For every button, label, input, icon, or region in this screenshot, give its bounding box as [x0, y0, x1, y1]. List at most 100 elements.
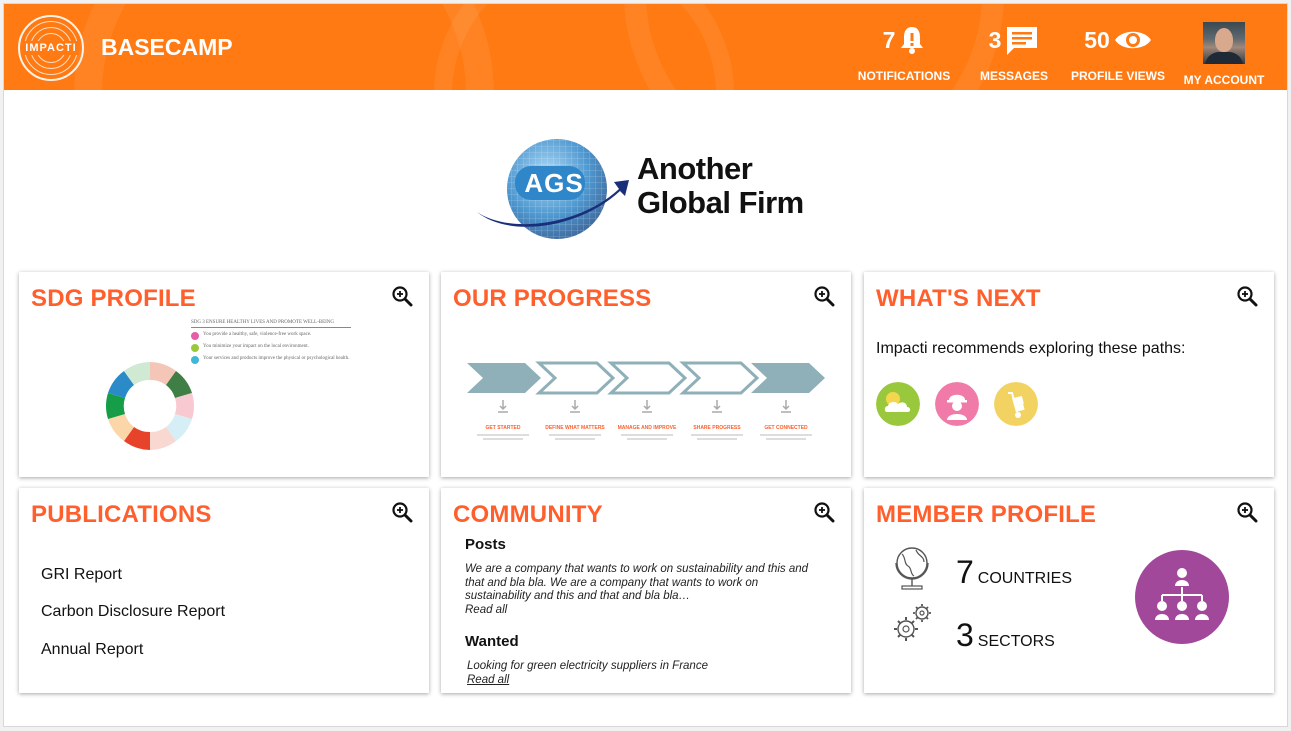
publication-link[interactable]: GRI Report: [41, 566, 122, 584]
progress-step-desc: [483, 438, 523, 440]
app-window: IMPACTI BASECAMP 7 NOTIFICATIONS 3 MESSA…: [3, 3, 1288, 727]
wanted-read-all-link[interactable]: Read all: [467, 674, 509, 686]
sdg-legend: SDG 3 ENSURE HEALTHY LIVES AND PROMOTE W…: [191, 320, 351, 368]
my-account-label: MY ACCOUNT: [1183, 73, 1265, 87]
publications-card[interactable]: PUBLICATIONS GRI Report Carbon Disclosur…: [19, 488, 429, 693]
top-header: IMPACTI BASECAMP 7 NOTIFICATIONS 3 MESSA…: [4, 4, 1287, 90]
profile-views-button[interactable]: 50 PROFILE VIEWS: [1070, 22, 1166, 84]
logo-text: IMPACTI: [23, 41, 79, 55]
company-name: Another Global Firm: [637, 152, 804, 220]
whats-next-card[interactable]: WHAT'S NEXT Impacti recommends exploring…: [864, 272, 1274, 477]
progress-step-desc: [555, 438, 595, 440]
our-progress-card[interactable]: OUR PROGRESS GET STARTED DEFINE WHAT MAT…: [441, 272, 851, 477]
progress-step: SHARE PROGRESS: [677, 400, 757, 440]
progress-step-label: SHARE PROGRESS: [693, 425, 741, 431]
chevron-step-3: [607, 361, 688, 395]
legend-dot: [191, 356, 199, 364]
member-profile-card[interactable]: MEMBER PROFILE 7 COUNTRIES 3 SECTORS: [864, 488, 1274, 693]
weather-cloud-icon[interactable]: [876, 382, 920, 426]
company-abbrev: AGS: [524, 168, 584, 198]
zoom-in-icon[interactable]: [813, 501, 835, 523]
zoom-in-icon[interactable]: [1236, 285, 1258, 307]
hand-truck-icon[interactable]: [994, 382, 1038, 426]
profile-views-count: 50: [1084, 26, 1110, 53]
publication-link[interactable]: Annual Report: [41, 641, 143, 659]
zoom-in-icon[interactable]: [391, 501, 413, 523]
zoom-in-icon[interactable]: [813, 285, 835, 307]
card-title: SDG PROFILE: [31, 285, 196, 312]
card-title: WHAT'S NEXT: [876, 285, 1041, 312]
countries-number: 7: [956, 554, 974, 590]
gears-icon: [894, 604, 931, 641]
download-icon: [781, 400, 791, 413]
progress-step: MANAGE AND IMPROVE: [607, 400, 687, 440]
publication-link[interactable]: Carbon Disclosure Report: [41, 603, 225, 621]
progress-step-label: MANAGE AND IMPROVE: [617, 425, 677, 431]
zoom-in-icon[interactable]: [391, 285, 413, 307]
progress-step: GET STARTED: [463, 400, 543, 440]
progress-step-desc: [549, 434, 601, 436]
notifications-button[interactable]: 7 NOTIFICATIONS: [856, 22, 952, 84]
wanted-text: Looking for green electricity suppliers …: [467, 660, 708, 672]
sdg-legend-text: You minimize your impact on the local en…: [203, 344, 309, 349]
progress-step-desc: [621, 434, 673, 436]
sectors-label: SECTORS: [977, 633, 1055, 650]
messages-count: 3: [988, 26, 1002, 53]
sdg-legend-text: Your services and products improve the p…: [203, 356, 350, 361]
progress-chevrons: [467, 361, 825, 395]
sdg-legend-text: You provide a healthy, safe, violence-fr…: [203, 332, 312, 337]
globe-icon: [895, 547, 929, 590]
zoom-in-icon[interactable]: [1236, 501, 1258, 523]
eye-icon: [1114, 31, 1151, 49]
progress-step-desc: [691, 434, 743, 436]
company-name-line2: Global Firm: [637, 185, 804, 220]
my-account-button[interactable]: MY ACCOUNT: [1180, 22, 1268, 87]
download-icon: [498, 400, 508, 413]
notifications-count: 7: [882, 26, 896, 53]
card-title: COMMUNITY: [453, 501, 603, 528]
progress-step-desc: [760, 434, 812, 436]
company-name-line1: Another: [637, 151, 753, 186]
legend-dot: [191, 332, 199, 340]
progress-step-desc: [477, 434, 529, 436]
profile-views-label: PROFILE VIEWS: [1070, 69, 1165, 83]
sdg-legend-row: You minimize your impact on the local en…: [191, 344, 351, 352]
download-icon: [712, 400, 722, 413]
legend-dot: [191, 344, 199, 352]
chevron-step-2: [535, 361, 616, 395]
wanted-heading: Wanted: [465, 633, 519, 650]
progress-step: DEFINE WHAT MATTERS: [535, 400, 615, 440]
sdg-wheel-icon: [106, 362, 194, 450]
messages-label: MESSAGES: [979, 69, 1048, 83]
impacti-logo[interactable]: IMPACTI: [18, 15, 84, 81]
avatar: [1203, 22, 1245, 64]
community-card[interactable]: COMMUNITY Posts We are a company that wa…: [441, 488, 851, 693]
bell-icon: [901, 27, 924, 54]
avatar-face: [1215, 28, 1233, 52]
progress-step-desc: [766, 438, 806, 440]
download-icon: [642, 400, 652, 413]
posts-text: We are a company that wants to work on s…: [465, 563, 809, 602]
whats-next-text: Impacti recommends exploring these paths…: [876, 340, 1186, 357]
messages-button[interactable]: 3 MESSAGES: [974, 22, 1054, 84]
progress-step-label: GET STARTED: [485, 425, 521, 431]
countries-stat: 7 COUNTRIES: [956, 554, 1072, 591]
chevron-step-4: [679, 361, 760, 395]
notifications-label: NOTIFICATIONS: [857, 69, 951, 83]
card-title: MEMBER PROFILE: [876, 501, 1097, 528]
progress-step-desc: [697, 438, 737, 440]
sdg-profile-card[interactable]: SDG PROFILE SDG 3 ENSURE HEALTHY LIVES A…: [19, 272, 429, 477]
posts-read-all-link[interactable]: Read all: [465, 604, 507, 616]
org-chart-button[interactable]: [1135, 550, 1229, 644]
chat-icon: [1007, 27, 1038, 55]
sectors-stat: 3 SECTORS: [956, 617, 1055, 654]
sectors-number: 3: [956, 617, 974, 653]
card-title: PUBLICATIONS: [31, 501, 212, 528]
sdg-legend-header: SDG 3 ENSURE HEALTHY LIVES AND PROMOTE W…: [191, 320, 351, 328]
download-icon: [570, 400, 580, 413]
worker-icon[interactable]: [935, 382, 979, 426]
chevron-step-1: [467, 363, 541, 393]
chevron-step-5: [751, 363, 825, 393]
sdg-legend-row: You provide a healthy, safe, violence-fr…: [191, 332, 351, 340]
company-logo: AGS Another Global Firm: [469, 134, 829, 249]
